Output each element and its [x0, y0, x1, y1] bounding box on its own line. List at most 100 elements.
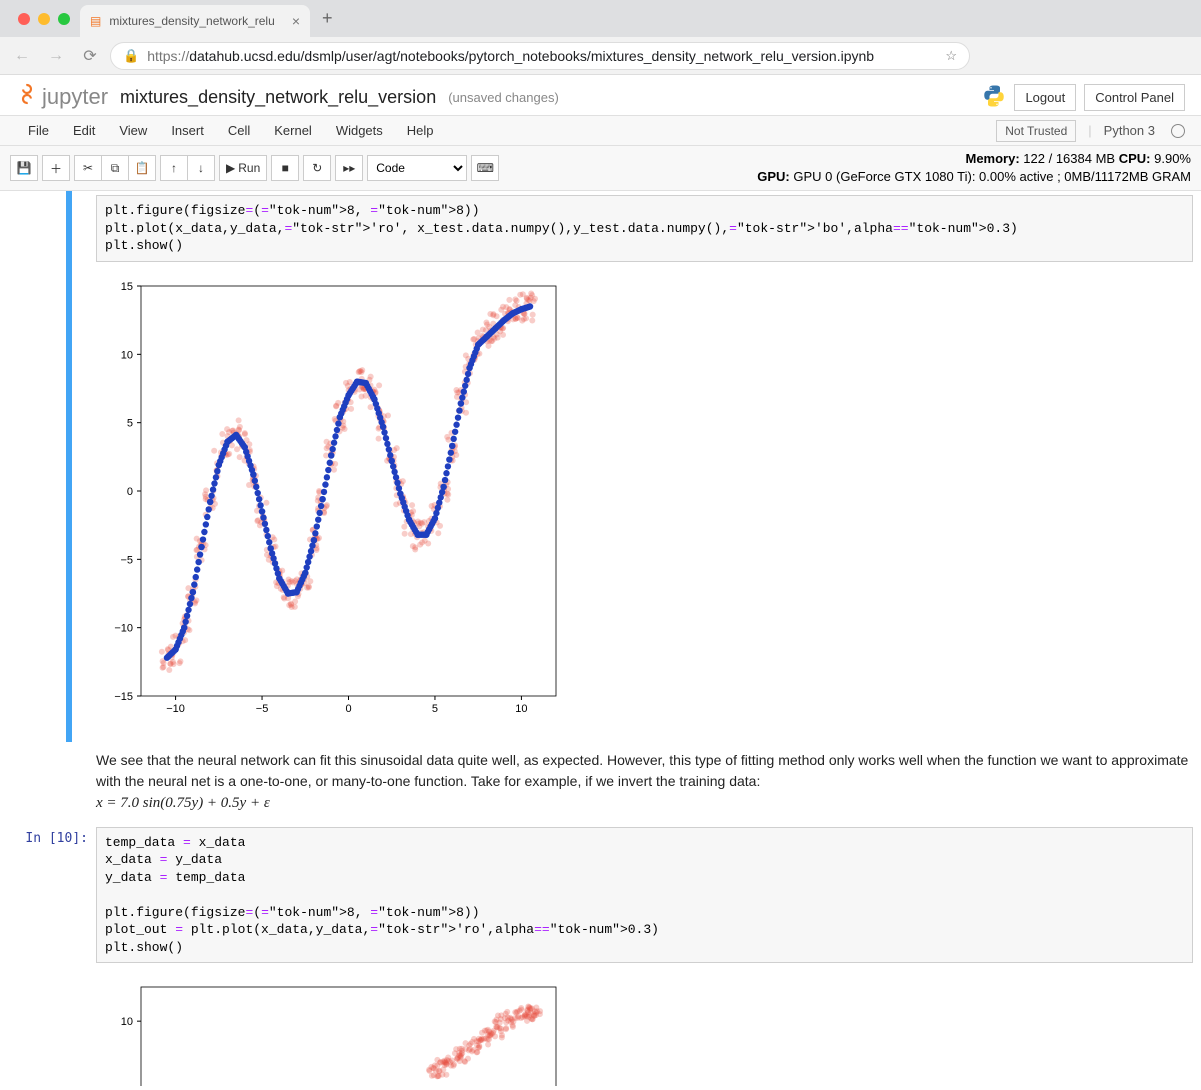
svg-text:0: 0: [127, 486, 133, 498]
gpu-label: GPU:: [757, 169, 790, 184]
forward-button[interactable]: →: [42, 42, 70, 70]
menu-kernel[interactable]: Kernel: [262, 116, 324, 146]
jupyter-header: jupyter mixtures_density_network_relu_ve…: [0, 75, 1201, 116]
gpu-value: GPU 0 (GeForce GTX 1080 Ti): 0.00% activ…: [793, 169, 1191, 184]
toolbar: 💾 ＋ ✂ ⧉ 📋 ↑ ↓ ▶Run ■ ↻ ▸▸ Code ⌨ Memory:…: [0, 146, 1201, 191]
menu-insert[interactable]: Insert: [159, 116, 216, 146]
notebook-container[interactable]: plt.figure(figsize=(="tok-num">8, ="tok-…: [0, 191, 1201, 1086]
copy-icon: ⧉: [111, 161, 120, 176]
minimize-window-icon[interactable]: [38, 13, 50, 25]
paste-icon: 📋: [135, 161, 150, 175]
add-cell-button[interactable]: ＋: [42, 155, 70, 181]
browser-chrome: ▤ mixtures_density_network_relu × + ← → …: [0, 0, 1201, 75]
code-input[interactable]: plt.figure(figsize=(="tok-num">8, ="tok-…: [96, 195, 1193, 262]
cut-button[interactable]: ✂: [74, 155, 102, 181]
notebook-name[interactable]: mixtures_density_network_relu_version: [120, 87, 436, 108]
cut-icon: ✂: [83, 161, 93, 175]
run-button[interactable]: ▶Run: [219, 155, 267, 181]
menu-edit[interactable]: Edit: [61, 116, 107, 146]
jupyter-logo-text: jupyter: [42, 84, 108, 110]
jupyter-favicon-icon: ▤: [90, 14, 101, 28]
paste-button[interactable]: 📋: [128, 155, 156, 181]
svg-text:−5: −5: [120, 554, 133, 566]
output-cell: −10 −5 0 5 10 −15 −10 −5 0 5 10 15: [0, 266, 1201, 742]
arrow-down-icon: ↓: [198, 161, 204, 175]
code-cell[interactable]: plt.figure(figsize=(="tok-num">8, ="tok-…: [0, 191, 1201, 266]
scatter-chart: −10 −5 0 5 10 −15 −10 −5 0 5 10 15: [96, 276, 566, 726]
svg-text:−15: −15: [114, 691, 133, 703]
svg-text:10: 10: [121, 1017, 133, 1029]
svg-text:10: 10: [515, 703, 527, 715]
run-icon: ▶: [226, 161, 235, 175]
move-up-button[interactable]: ↑: [160, 155, 188, 181]
scatter-chart-2: 10: [96, 977, 566, 1086]
plus-icon: ＋: [50, 160, 62, 177]
tab-title: mixtures_density_network_relu: [109, 14, 283, 28]
restart-icon: ↻: [312, 161, 322, 175]
svg-text:10: 10: [121, 349, 133, 361]
restart-run-all-button[interactable]: ▸▸: [335, 155, 363, 181]
move-down-button[interactable]: ↓: [187, 155, 215, 181]
svg-text:15: 15: [121, 281, 133, 293]
new-tab-button[interactable]: +: [310, 8, 345, 29]
kernel-busy-icon: O: [1171, 124, 1185, 138]
markdown-text: We see that the neural network can fit t…: [96, 752, 1188, 789]
logout-button[interactable]: Logout: [1014, 84, 1076, 111]
reload-button[interactable]: ⟳: [76, 42, 104, 70]
svg-text:−10: −10: [114, 623, 133, 635]
command-palette-button[interactable]: ⌨: [471, 155, 499, 181]
menu-file[interactable]: File: [16, 116, 61, 146]
run-label: Run: [238, 161, 260, 175]
address-bar[interactable]: 🔒 https://datahub.ucsd.edu/dsmlp/user/ag…: [110, 42, 970, 70]
close-window-icon[interactable]: [18, 13, 30, 25]
menu-widgets[interactable]: Widgets: [324, 116, 395, 146]
kernel-name[interactable]: Python 3: [1104, 123, 1159, 138]
jupyter-swirl-icon: [16, 83, 38, 111]
window-controls: [8, 13, 80, 25]
svg-text:−5: −5: [256, 703, 269, 715]
cpu-value: 9.90%: [1154, 151, 1191, 166]
menu-bar: File Edit View Insert Cell Kernel Widget…: [0, 116, 1201, 146]
code-input[interactable]: temp_data = x_data x_data = y_data y_dat…: [96, 827, 1193, 964]
keyboard-icon: ⌨: [477, 161, 494, 175]
output-cell: 10: [0, 967, 1201, 1086]
svg-text:5: 5: [127, 418, 133, 430]
menu-cell[interactable]: Cell: [216, 116, 262, 146]
restart-button[interactable]: ↻: [303, 155, 331, 181]
menu-help[interactable]: Help: [395, 116, 446, 146]
save-button[interactable]: 💾: [10, 155, 38, 181]
copy-button[interactable]: ⧉: [101, 155, 129, 181]
save-status: (unsaved changes): [448, 90, 559, 105]
browser-tab[interactable]: ▤ mixtures_density_network_relu ×: [80, 5, 310, 37]
celltype-select[interactable]: Code: [367, 155, 467, 181]
svg-text:0: 0: [345, 703, 351, 715]
interrupt-button[interactable]: ■: [271, 155, 299, 181]
menu-view[interactable]: View: [107, 116, 159, 146]
control-panel-button[interactable]: Control Panel: [1084, 84, 1185, 111]
bookmark-star-icon[interactable]: ☆: [945, 48, 957, 64]
code-cell[interactable]: In [10]: temp_data = x_data x_data = y_d…: [0, 823, 1201, 968]
lock-icon: 🔒: [123, 48, 139, 64]
cell-selected[interactable]: plt.figure(figsize=(="tok-num">8, ="tok-…: [0, 191, 1201, 742]
resource-usage: Memory: 122 / 16384 MB CPU: 9.90% GPU: G…: [757, 150, 1191, 186]
cpu-label: CPU:: [1119, 151, 1151, 166]
markdown-cell[interactable]: We see that the neural network can fit t…: [0, 742, 1201, 823]
maximize-window-icon[interactable]: [58, 13, 70, 25]
memory-value: 122 / 16384 MB: [1023, 151, 1115, 166]
fast-forward-icon: ▸▸: [343, 161, 355, 175]
svg-text:−10: −10: [166, 703, 185, 715]
close-tab-icon[interactable]: ×: [292, 13, 300, 29]
save-icon: 💾: [17, 161, 32, 175]
back-button[interactable]: ←: [8, 42, 36, 70]
url-text: https://datahub.ucsd.edu/dsmlp/user/agt/…: [147, 48, 937, 64]
memory-label: Memory:: [965, 151, 1019, 166]
jupyter-logo[interactable]: jupyter: [16, 83, 108, 111]
stop-icon: ■: [282, 161, 289, 175]
python-logo-icon: [982, 84, 1006, 111]
not-trusted-button[interactable]: Not Trusted: [996, 120, 1076, 142]
input-prompt: [0, 195, 96, 262]
separator: |: [1088, 123, 1091, 138]
svg-text:5: 5: [432, 703, 438, 715]
input-prompt: In [10]:: [0, 827, 96, 964]
arrow-up-icon: ↑: [171, 161, 177, 175]
